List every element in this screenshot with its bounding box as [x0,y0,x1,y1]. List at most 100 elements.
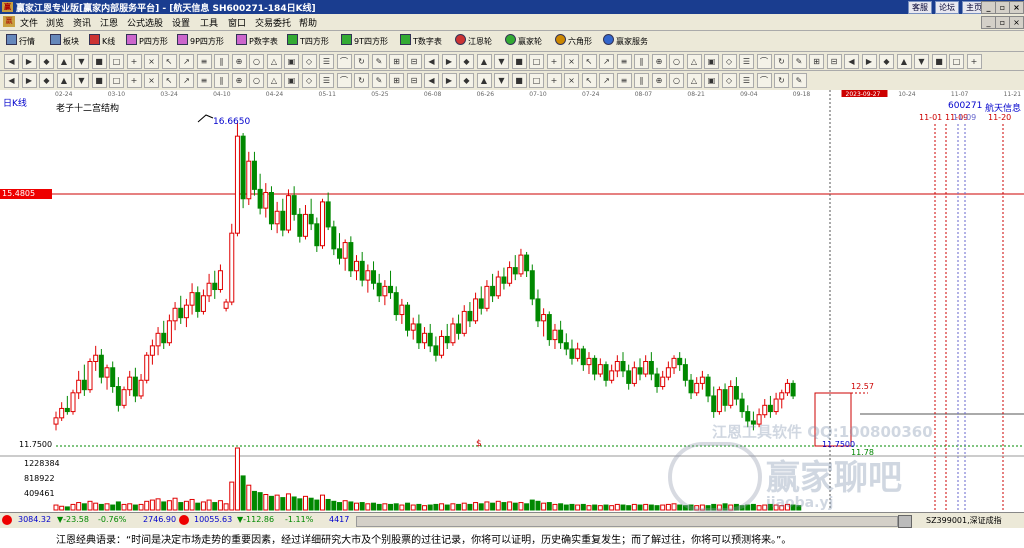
tool2-tool-1-icon[interactable]: ◀ [4,54,19,69]
menu-window[interactable]: 窗口 [228,16,246,29]
mdi-restore-button[interactable]: ▫ [995,16,1010,29]
tool2-tool-3-icon[interactable]: ◆ [39,54,54,69]
tool2-tool-5-icon[interactable]: ▼ [74,54,89,69]
tool2-tool-51-icon[interactable]: ◆ [879,54,894,69]
tool2-tool-34-icon[interactable]: ↖ [581,54,597,69]
tool2-tool-52-icon[interactable]: ▲ [896,54,912,69]
tool2-tool-47-icon[interactable]: ⊞ [809,54,824,69]
tool2-tool-17-icon[interactable]: ▣ [284,54,299,69]
tool3-tool-43-icon[interactable]: ☰ [739,73,754,88]
menu-info[interactable]: 资讯 [73,16,91,29]
tool3-tool-24-icon[interactable]: ⊟ [406,73,422,88]
tool2-tool-56-icon[interactable]: + [966,54,982,69]
tool3-tool-35-icon[interactable]: ↗ [599,73,614,88]
tool2-tool-6-icon[interactable]: ■ [91,54,107,69]
mdi-close-button[interactable]: × [1009,16,1024,29]
tool-p-square[interactable]: P四方形 [126,34,168,47]
tool2-tool-14-icon[interactable]: ⊕ [231,54,247,69]
tool-quote[interactable]: 行情 [6,34,35,47]
tool3-tool-46-icon[interactable]: ✎ [791,73,807,88]
tool2-tool-35-icon[interactable]: ↗ [599,54,614,69]
minimize-button[interactable]: _ [981,1,996,14]
tool2-tool-54-icon[interactable]: ■ [931,54,947,69]
tool3-tool-14-icon[interactable]: ⊕ [231,73,247,88]
tool3-tool-18-icon[interactable]: ◇ [301,73,317,88]
menu-trade[interactable]: 交易委托 [255,16,291,29]
tool2-tool-40-icon[interactable]: △ [686,54,702,69]
tool3-tool-38-icon[interactable]: ⊕ [651,73,667,88]
tool2-tool-27-icon[interactable]: ◆ [459,54,474,69]
tool2-tool-39-icon[interactable]: ○ [669,54,684,69]
tool2-tool-18-icon[interactable]: ◇ [301,54,317,69]
tool2-tool-12-icon[interactable]: ≡ [196,54,212,69]
tool2-tool-25-icon[interactable]: ◀ [424,54,439,69]
tool3-tool-12-icon[interactable]: ≡ [196,73,212,88]
tool3-tool-13-icon[interactable]: ∥ [214,73,229,88]
tool3-tool-29-icon[interactable]: ▼ [494,73,509,88]
tool3-tool-11-icon[interactable]: ↗ [179,73,194,88]
tool2-tool-2-icon[interactable]: ▶ [21,54,37,69]
tool3-tool-2-icon[interactable]: ▶ [21,73,37,88]
tool-p-table[interactable]: P数字表 [236,34,278,47]
tool3-tool-9-icon[interactable]: × [144,73,159,88]
menu-logo-icon[interactable]: 赢 [3,16,15,27]
menu-file[interactable]: 文件 [20,16,38,29]
tool2-tool-22-icon[interactable]: ✎ [371,54,387,69]
tool2-tool-11-icon[interactable]: ↗ [179,54,194,69]
tool-kline[interactable]: K线 [89,34,115,47]
tool3-tool-22-icon[interactable]: ✎ [371,73,387,88]
tool2-tool-16-icon[interactable]: △ [266,54,282,69]
tool3-tool-44-icon[interactable]: ⌒ [756,73,772,88]
tool3-tool-3-icon[interactable]: ◆ [39,73,54,88]
tool-winner-service[interactable]: 赢家服务 [603,34,648,47]
tool2-tool-21-icon[interactable]: ↻ [354,54,369,69]
tool2-tool-45-icon[interactable]: ↻ [774,54,789,69]
tool2-tool-37-icon[interactable]: ∥ [634,54,649,69]
tool2-tool-19-icon[interactable]: ☰ [319,54,334,69]
kline-chart-area[interactable]: 02-24 03-10 03-24 04-10 04-24 05-11 05-25 06-08… [0,90,1024,512]
tool3-tool-45-icon[interactable]: ↻ [774,73,789,88]
tool3-tool-5-icon[interactable]: ▼ [74,73,89,88]
tool3-tool-39-icon[interactable]: ○ [669,73,684,88]
tool3-tool-27-icon[interactable]: ◆ [459,73,474,88]
tool2-tool-38-icon[interactable]: ⊕ [651,54,667,69]
tool2-tool-32-icon[interactable]: + [546,54,562,69]
tool2-tool-20-icon[interactable]: ⌒ [336,54,352,69]
tool2-tool-10-icon[interactable]: ↖ [161,54,177,69]
tool3-tool-19-icon[interactable]: ☰ [319,73,334,88]
menu-formula[interactable]: 公式选股 [127,16,163,29]
tool3-tool-6-icon[interactable]: ■ [91,73,107,88]
tool3-tool-21-icon[interactable]: ↻ [354,73,369,88]
tool3-tool-37-icon[interactable]: ∥ [634,73,649,88]
tool2-tool-55-icon[interactable]: □ [949,54,964,69]
tool2-tool-43-icon[interactable]: ☰ [739,54,754,69]
tool3-tool-28-icon[interactable]: ▲ [476,73,492,88]
tool2-tool-36-icon[interactable]: ≡ [616,54,632,69]
tool2-tool-4-icon[interactable]: ▲ [56,54,72,69]
tool2-tool-8-icon[interactable]: + [126,54,142,69]
tool3-tool-10-icon[interactable]: ↖ [161,73,177,88]
tool2-tool-13-icon[interactable]: ∥ [214,54,229,69]
tool2-tool-50-icon[interactable]: ▶ [861,54,877,69]
menu-gann[interactable]: 江恩 [100,16,118,29]
tool3-tool-31-icon[interactable]: □ [529,73,544,88]
tool3-tool-42-icon[interactable]: ◇ [721,73,737,88]
tool2-tool-7-icon[interactable]: □ [109,54,124,69]
tool2-tool-44-icon[interactable]: ⌒ [756,54,772,69]
tool3-tool-16-icon[interactable]: △ [266,73,282,88]
tool3-tool-30-icon[interactable]: ■ [511,73,527,88]
tool3-tool-40-icon[interactable]: △ [686,73,702,88]
tool2-tool-30-icon[interactable]: ■ [511,54,527,69]
tool3-tool-34-icon[interactable]: ↖ [581,73,597,88]
tool2-tool-41-icon[interactable]: ▣ [704,54,719,69]
tool3-tool-36-icon[interactable]: ≡ [616,73,632,88]
maximize-button[interactable]: ▫ [995,1,1010,14]
menu-help[interactable]: 帮助 [299,16,317,29]
tool3-tool-23-icon[interactable]: ⊞ [389,73,404,88]
tool-9t-square[interactable]: 9T四方形 [341,34,388,47]
tool2-tool-48-icon[interactable]: ⊟ [826,54,842,69]
menu-browse[interactable]: 浏览 [46,16,64,29]
tool-hexagon[interactable]: 六角形 [555,34,592,47]
tool3-tool-7-icon[interactable]: □ [109,73,124,88]
menu-tools[interactable]: 工具 [200,16,218,29]
